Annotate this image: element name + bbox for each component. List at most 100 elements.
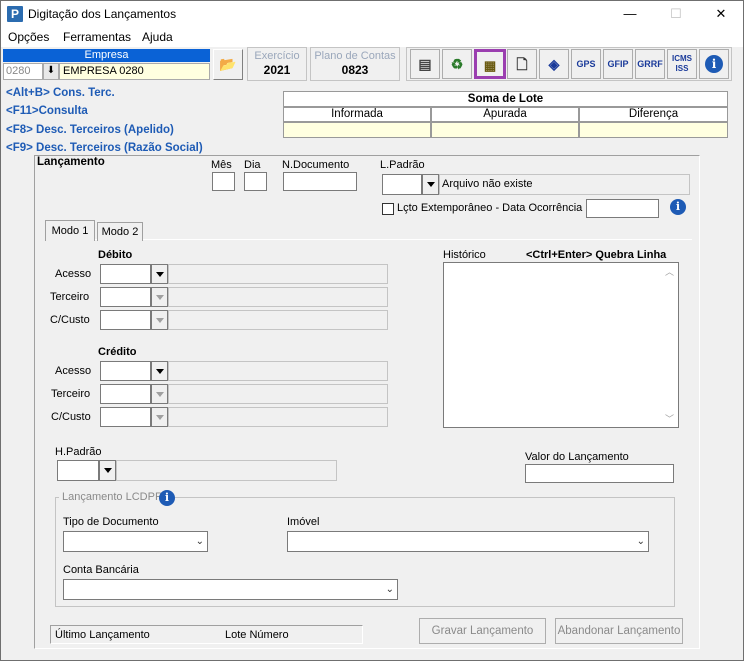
close-button[interactable]: ✕ bbox=[698, 1, 744, 27]
exercicio-value: 2021 bbox=[263, 63, 291, 77]
credito-ccusto-dropdown[interactable] bbox=[151, 407, 168, 427]
lcdpr-title: Lançamento LCDPR bbox=[59, 491, 166, 503]
debito-acesso-input[interactable] bbox=[100, 264, 151, 284]
debito-terceiro-input[interactable] bbox=[100, 287, 151, 307]
col-apurada: Apurada bbox=[431, 107, 579, 122]
plano-contas-label: Plano de Contas bbox=[314, 50, 396, 62]
credito-terceiro-label: Terceiro bbox=[51, 388, 91, 400]
scroll-up-icon[interactable]: ︿ bbox=[665, 265, 674, 278]
credito-ccusto-desc bbox=[168, 407, 388, 427]
credito-ccusto-input[interactable] bbox=[100, 407, 151, 427]
shortcut-desc-apelido[interactable]: <F8> Desc. Terceiros (Apelido) bbox=[6, 124, 174, 136]
shortcut-desc-razao[interactable]: <F9> Desc. Terceiros (Razão Social) bbox=[6, 142, 203, 154]
col-diferenca: Diferença bbox=[579, 107, 728, 122]
lpadrao-input[interactable] bbox=[382, 174, 422, 195]
empresa-label: Empresa bbox=[3, 49, 210, 62]
debito-ccusto-input[interactable] bbox=[100, 310, 151, 330]
lpadrao-dropdown[interactable] bbox=[422, 174, 439, 195]
info-icon: i bbox=[705, 55, 723, 73]
toolbar-report-button[interactable]: ▤ bbox=[410, 49, 440, 79]
chevron-down-icon bbox=[155, 415, 164, 421]
empresa-name-field: EMPRESA 0280 bbox=[59, 63, 210, 80]
abandonar-lancamento-button[interactable]: Abandonar Lançamento bbox=[555, 618, 683, 644]
toolbar-info-button[interactable]: i bbox=[699, 49, 729, 79]
debito-acesso-desc bbox=[168, 264, 388, 284]
toolbar-gps-button[interactable]: GPS bbox=[571, 49, 601, 79]
credito-terceiro-desc bbox=[168, 384, 388, 404]
valor-lancamento-input[interactable] bbox=[525, 464, 674, 483]
hpadrao-desc bbox=[116, 460, 337, 481]
debito-terceiro-dropdown[interactable] bbox=[151, 287, 168, 307]
empresa-down-icon[interactable]: ⬇ bbox=[43, 63, 59, 80]
lcdpr-info-icon[interactable]: i bbox=[159, 490, 175, 506]
tipo-documento-select[interactable]: ⌄ bbox=[63, 531, 208, 552]
imovel-label: Imóvel bbox=[287, 516, 320, 528]
debito-acesso-dropdown[interactable] bbox=[151, 264, 168, 284]
shortcut-consulta[interactable]: <F11>Consulta bbox=[6, 105, 88, 117]
chevron-down-icon bbox=[155, 369, 164, 375]
shortcut-cons-terc[interactable]: <Alt+B> Cons. Terc. bbox=[6, 87, 115, 99]
credito-acesso-input[interactable] bbox=[100, 361, 151, 381]
debito-ccusto-dropdown[interactable] bbox=[151, 310, 168, 330]
main-window: P Digitação dos Lançamentos — ☐ ✕ Opções… bbox=[0, 0, 744, 661]
lote-numero-label: Lote Número bbox=[225, 629, 289, 641]
col-informada: Informada bbox=[283, 107, 431, 122]
toolbar-gfip-button[interactable]: GFIP bbox=[603, 49, 633, 79]
data-ocorrencia-input[interactable] bbox=[586, 199, 659, 218]
extemporaneo-checkbox[interactable] bbox=[382, 203, 394, 215]
toolbar-icms-iss-button[interactable]: ICMS ISS bbox=[667, 49, 697, 79]
credito-terceiro-input[interactable] bbox=[100, 384, 151, 404]
minimize-button[interactable]: — bbox=[607, 1, 653, 27]
chevron-down-icon bbox=[155, 272, 164, 278]
toolbar-grrf-button[interactable]: GRRF bbox=[635, 49, 665, 79]
credito-acesso-dropdown[interactable] bbox=[151, 361, 168, 381]
historico-hint: <Ctrl+Enter> Quebra Linha bbox=[526, 249, 667, 261]
plano-contas-value: 0823 bbox=[341, 63, 369, 77]
historico-textarea[interactable]: ︿ ﹀ bbox=[443, 262, 679, 428]
conta-bancaria-select[interactable]: ⌄ bbox=[63, 579, 398, 600]
maximize-button[interactable]: ☐ bbox=[653, 1, 699, 27]
soma-lote-title: Soma de Lote bbox=[283, 91, 728, 107]
toolbar-delete-button[interactable]: ♻ bbox=[442, 49, 472, 79]
hpadrao-dropdown[interactable] bbox=[99, 460, 116, 481]
lpadrao-label: L.Padrão bbox=[380, 159, 425, 171]
hpadrao-input[interactable] bbox=[57, 460, 99, 481]
apurada-value bbox=[431, 122, 579, 138]
info-icon[interactable]: i bbox=[670, 199, 686, 215]
tab-modo-2[interactable]: Modo 2 bbox=[97, 222, 143, 241]
window-title: Digitação dos Lançamentos bbox=[28, 7, 177, 21]
toolbar-new-doc-button[interactable]: 🗋 bbox=[507, 49, 537, 79]
ultimo-lancamento-label: Último Lançamento bbox=[55, 629, 150, 641]
menu-opcoes[interactable]: Opções bbox=[8, 30, 49, 44]
ndocumento-input[interactable] bbox=[283, 172, 357, 191]
app-icon: P bbox=[7, 6, 23, 22]
chevron-down-icon bbox=[103, 468, 112, 474]
open-folder-button[interactable]: 📂 bbox=[213, 49, 243, 80]
gravar-lancamento-button[interactable]: Gravar Lançamento bbox=[419, 618, 546, 644]
dia-input[interactable] bbox=[244, 172, 267, 191]
diferenca-value bbox=[579, 122, 728, 138]
dia-label: Dia bbox=[244, 159, 261, 171]
chevron-down-icon bbox=[155, 318, 164, 324]
conta-bancaria-label: Conta Bancária bbox=[63, 564, 139, 576]
imovel-select[interactable]: ⌄ bbox=[287, 531, 649, 552]
toolbar-calculator-button[interactable]: ▦ bbox=[474, 49, 506, 79]
chevron-down-icon bbox=[155, 295, 164, 301]
mes-input[interactable] bbox=[212, 172, 235, 191]
hpadrao-label: H.Padrão bbox=[55, 446, 102, 458]
empresa-code-field[interactable]: 0280 bbox=[3, 63, 43, 80]
credito-terceiro-dropdown[interactable] bbox=[151, 384, 168, 404]
exercicio-box: Exercício 2021 bbox=[247, 47, 307, 81]
chevron-down-icon bbox=[426, 182, 435, 188]
diamond-icon: ◈ bbox=[548, 56, 560, 72]
toolbar-nav-button[interactable]: ◈ bbox=[539, 49, 569, 79]
chevron-down-icon: ⌄ bbox=[636, 536, 645, 547]
arquivo-status: Arquivo não existe bbox=[439, 174, 690, 195]
scroll-down-icon[interactable]: ﹀ bbox=[665, 412, 674, 425]
tab-modo-1[interactable]: Modo 1 bbox=[45, 220, 95, 241]
menu-ajuda[interactable]: Ajuda bbox=[142, 30, 173, 44]
debito-terceiro-label: Terceiro bbox=[50, 291, 90, 303]
folder-icon: 📂 bbox=[219, 56, 237, 72]
calculator-icon: ▦ bbox=[483, 58, 497, 73]
menu-ferramentas[interactable]: Ferramentas bbox=[63, 30, 131, 44]
